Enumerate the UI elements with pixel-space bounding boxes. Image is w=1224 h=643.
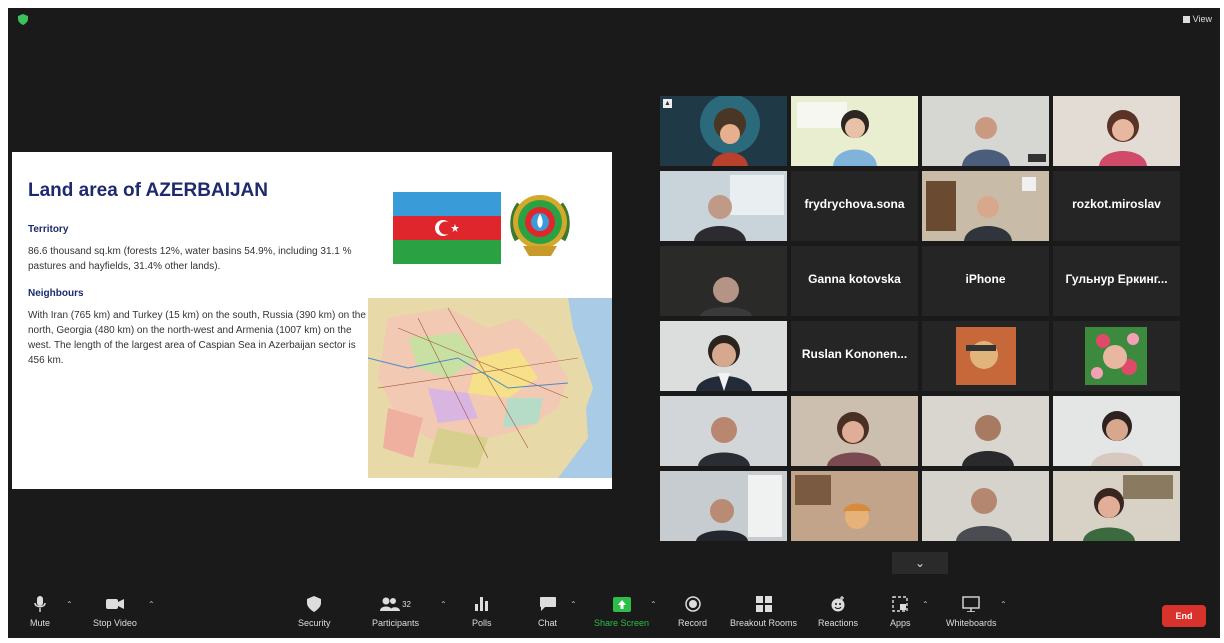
reactions-label: Reactions: [818, 618, 859, 628]
participant-video-tile[interactable]: [791, 96, 918, 166]
participant-video-tile[interactable]: [922, 171, 1049, 241]
caret-up-icon[interactable]: ⌃: [148, 600, 155, 609]
azerbaijan-flag: [393, 192, 501, 264]
territory-text: 86.6 thousand sq.km (forests 12%, water …: [28, 246, 352, 272]
participant-name: Гульнур Еркинг...: [1065, 272, 1168, 286]
participants-count: 32: [402, 599, 411, 609]
reactions-icon: [830, 594, 846, 614]
participant-video-tile[interactable]: [1053, 396, 1180, 466]
mute-label: Mute: [30, 618, 51, 628]
share-screen-icon: [612, 594, 631, 614]
shield-icon: [307, 594, 322, 614]
participant-name: Ganna kotovska: [808, 272, 901, 286]
chat-button[interactable]: Chat: [538, 594, 557, 628]
polls-label: Polls: [472, 618, 492, 628]
participant-name-tile[interactable]: rozkot.miroslav: [1053, 171, 1180, 241]
caret-up-icon[interactable]: ⌃: [66, 600, 73, 609]
stop-video-button[interactable]: Stop Video: [93, 594, 137, 628]
record-button[interactable]: Record: [678, 594, 707, 628]
security-button[interactable]: Security: [298, 594, 331, 628]
polls-button[interactable]: Polls: [472, 594, 492, 628]
neighbours-text: With Iran (765 km) and Turkey (15 km) on…: [28, 310, 366, 366]
pin-icon[interactable]: ▲: [663, 99, 672, 108]
azerbaijan-map: [368, 298, 612, 478]
record-icon: [684, 594, 701, 614]
participant-name: rozkot.miroslav: [1072, 197, 1161, 211]
breakout-rooms-button[interactable]: Breakout Rooms: [730, 594, 797, 628]
caret-up-icon[interactable]: ⌃: [570, 600, 577, 609]
grid-icon: [1182, 15, 1190, 23]
participant-name-tile[interactable]: frydrychova.sona: [791, 171, 918, 241]
camera-icon: [105, 594, 124, 614]
participant-name: Ruslan Kononen...: [801, 347, 908, 361]
view-button[interactable]: View: [1182, 14, 1212, 24]
microphone-icon: [34, 594, 46, 614]
participant-name-tile[interactable]: Ganna kotovska: [791, 246, 918, 316]
whiteboard-icon: [962, 594, 980, 614]
caret-up-icon[interactable]: ⌃: [440, 600, 447, 609]
participant-name-tile[interactable]: iPhone: [922, 246, 1049, 316]
chat-label: Chat: [538, 618, 558, 628]
whiteboards-label: Whiteboards: [946, 618, 997, 628]
participant-name: frydrychova.sona: [804, 197, 905, 211]
whiteboards-button[interactable]: Whiteboards: [946, 594, 997, 628]
participant-avatar-tile[interactable]: [922, 321, 1049, 391]
participant-video-tile[interactable]: [660, 171, 787, 241]
slide-title: Land area of AZERBAIJAN: [28, 180, 268, 201]
participant-video-tile[interactable]: [922, 396, 1049, 466]
share-screen-button[interactable]: Share Screen: [594, 594, 649, 628]
participant-video-tile[interactable]: [1053, 96, 1180, 166]
chat-icon: [539, 594, 556, 614]
stop-video-label: Stop Video: [93, 618, 137, 628]
caret-up-icon[interactable]: ⌃: [1000, 600, 1007, 609]
zoom-meeting-window: View Land area of AZERBAIJAN Territory 8…: [8, 8, 1220, 638]
chevron-down-icon[interactable]: ⌄: [892, 552, 948, 574]
neighbours-heading: Neighbours: [28, 288, 84, 299]
participants-icon: 32: [380, 594, 411, 614]
share-screen-label: Share Screen: [594, 618, 650, 628]
azerbaijan-emblem: [510, 195, 570, 256]
end-meeting-button[interactable]: End: [1162, 605, 1206, 627]
participant-name-tile[interactable]: Ruslan Kononen...: [791, 321, 918, 391]
active-speaker-tile[interactable]: [660, 321, 787, 391]
mute-button[interactable]: Mute: [30, 594, 50, 628]
polls-icon: [474, 594, 489, 614]
participant-video-tile[interactable]: [660, 396, 787, 466]
participants-label: Participants: [372, 618, 420, 628]
breakout-rooms-icon: [755, 594, 772, 614]
apps-button[interactable]: Apps: [890, 594, 911, 628]
shield-icon[interactable]: [18, 14, 28, 25]
participant-video-tile[interactable]: [922, 96, 1049, 166]
shared-screen-slide: Land area of AZERBAIJAN Territory 86.6 t…: [12, 152, 612, 489]
view-label: View: [1192, 14, 1212, 24]
participant-video-tile[interactable]: [660, 246, 787, 316]
security-label: Security: [298, 618, 331, 628]
participants-button[interactable]: 32 Participants: [372, 594, 419, 628]
participant-name: iPhone: [965, 272, 1006, 286]
meeting-toolbar: Mute ⌃ Stop Video ⌃ Security 32 Particip…: [8, 590, 1220, 638]
participant-video-tile[interactable]: [1053, 471, 1180, 541]
apps-label: Apps: [890, 618, 911, 628]
caret-up-icon[interactable]: ⌃: [922, 600, 929, 609]
participant-video-tile[interactable]: [791, 471, 918, 541]
breakout-rooms-label: Breakout Rooms: [730, 618, 798, 628]
participant-avatar-tile[interactable]: [1053, 321, 1180, 391]
participant-video-tile[interactable]: ▲: [660, 96, 787, 166]
participant-video-tile[interactable]: [791, 396, 918, 466]
caret-up-icon[interactable]: ⌃: [650, 600, 657, 609]
apps-icon: [892, 594, 908, 614]
participant-name-tile[interactable]: Гульнур Еркинг...: [1053, 246, 1180, 316]
participant-video-tile[interactable]: [660, 471, 787, 541]
record-label: Record: [678, 618, 708, 628]
territory-heading: Territory: [28, 224, 69, 235]
participant-video-tile[interactable]: [922, 471, 1049, 541]
reactions-button[interactable]: Reactions: [818, 594, 858, 628]
